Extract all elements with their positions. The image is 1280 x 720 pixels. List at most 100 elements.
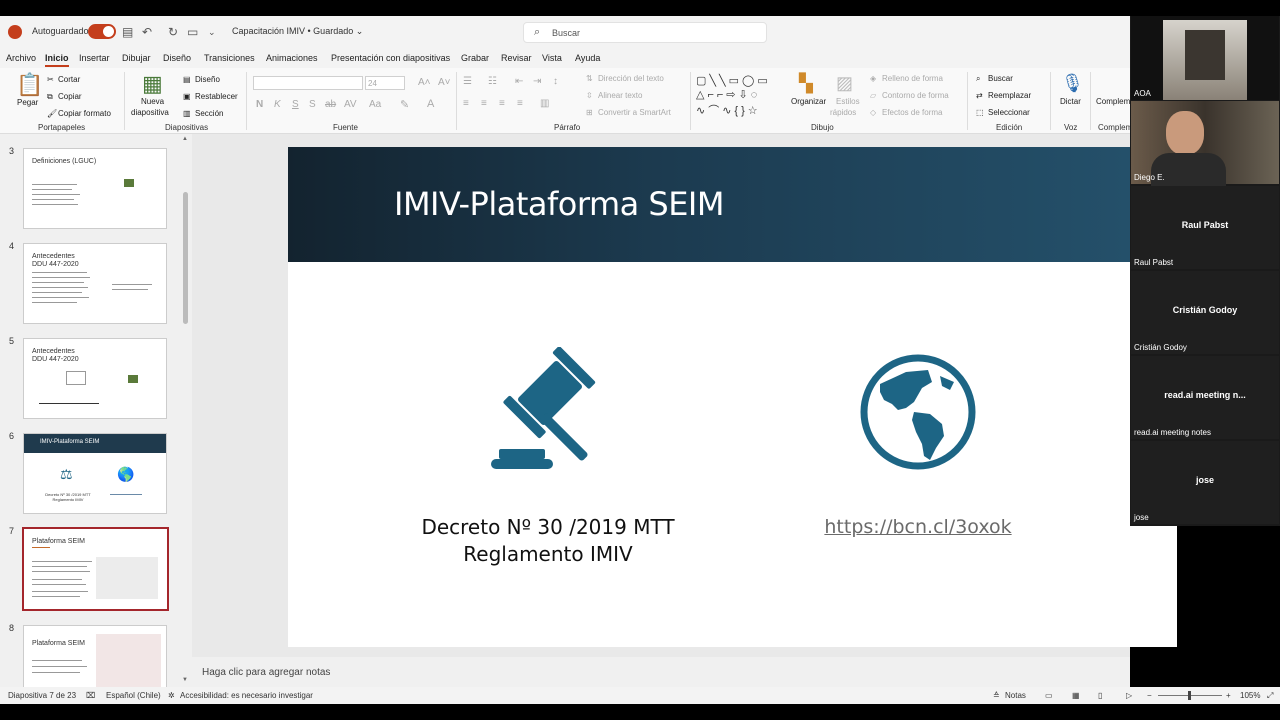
text-direction-icon[interactable]: ⇅ [586, 74, 593, 83]
shapes-gallery[interactable]: ▢╲╲▭◯▭ △⌐⌐⇨⇩◌ ∿⌒∿{}☆ [696, 74, 780, 118]
character-spacing-button[interactable]: AV [344, 99, 357, 110]
save-icon[interactable]: ▤ [122, 24, 133, 40]
columns-icon[interactable]: ▥ [540, 98, 549, 109]
tab-ayuda[interactable]: Ayuda [575, 53, 600, 63]
slide-canvas[interactable]: IMIV-Plataforma SEIM Decreto Nº 30 /2019… [288, 147, 1177, 647]
slide-thumbnail-8[interactable]: Plataforma SEIM [23, 625, 167, 687]
participant-tile[interactable]: read.ai meeting n... read.ai meeting not… [1131, 356, 1279, 439]
autosave-toggle[interactable] [88, 24, 116, 39]
paste-icon[interactable]: 📋 [16, 74, 43, 96]
participant-tile[interactable]: AOA [1131, 16, 1279, 100]
section-icon[interactable]: ▥ [183, 109, 191, 118]
slide-thumbnail-7[interactable]: Plataforma SEIM [22, 527, 169, 611]
select-button[interactable]: Seleccionar [988, 108, 1030, 117]
notes-toggle[interactable]: Notas [1005, 691, 1026, 700]
participant-tile[interactable]: jose jose [1131, 441, 1279, 524]
align-text-button[interactable]: Alinear texto [598, 91, 642, 100]
scroll-up-icon[interactable]: ▲ [182, 136, 188, 142]
find-icon[interactable]: ⌕ [976, 74, 980, 84]
align-center-icon[interactable]: ≡ [481, 98, 487, 109]
reading-view-icon[interactable]: ▯ [1098, 691, 1102, 700]
select-icon[interactable]: ⬚ [976, 108, 984, 117]
customize-toolbar-icon[interactable]: ⌄ [208, 24, 216, 40]
bcn-link[interactable]: https://bcn.cl/3oxok [808, 516, 1028, 538]
scroll-down-icon[interactable]: ▼ [182, 677, 188, 683]
zoom-in-icon[interactable]: + [1226, 691, 1231, 700]
layout-icon[interactable]: ▤ [183, 75, 191, 84]
copy-icon[interactable]: ⧉ [47, 92, 53, 102]
shape-outline-icon[interactable]: ▱ [870, 91, 876, 100]
language-indicator[interactable]: Español (Chile) [106, 691, 161, 700]
format-painter-icon[interactable]: 🖌 [47, 109, 57, 118]
quick-styles-label-2[interactable]: rápidos [830, 108, 856, 117]
search-box[interactable]: ⌕ Buscar [523, 22, 767, 43]
replace-button[interactable]: Reemplazar [988, 91, 1031, 100]
participant-tile[interactable]: Cristián Godoy Cristián Godoy [1131, 271, 1279, 354]
accessibility-icon[interactable]: ✲ [168, 691, 175, 700]
tab-revisar[interactable]: Revisar [501, 53, 532, 63]
font-family-select[interactable] [253, 76, 363, 90]
tab-archivo[interactable]: Archivo [6, 53, 36, 63]
participant-tile[interactable]: Diego E. [1131, 101, 1279, 188]
document-title[interactable]: Capacitación IMIV • Guardado ⌄ [232, 26, 363, 37]
strikethrough-button[interactable]: ab [325, 99, 336, 110]
quick-styles-label-1[interactable]: Estilos [836, 97, 860, 106]
highlight-icon[interactable]: ✎ [400, 98, 409, 111]
present-from-start-icon[interactable]: ▭ [187, 24, 198, 40]
slide-thumbnail-5[interactable]: Antecedentes DDU 447-2020 [23, 338, 167, 419]
participant-tile[interactable]: Raul Pabst Raul Pabst [1131, 186, 1279, 269]
shape-effects-button[interactable]: Efectos de forma [882, 108, 942, 117]
addins-button[interactable]: Complem [1096, 97, 1130, 106]
arrange-icon[interactable]: ▚ [799, 72, 813, 94]
tab-transiciones[interactable]: Transiciones [204, 53, 255, 63]
spellcheck-icon[interactable]: ⌧ [86, 691, 95, 700]
slide-title[interactable]: IMIV-Plataforma SEIM [394, 185, 724, 223]
paste-button[interactable]: Pegar [17, 98, 38, 107]
tab-inicio[interactable]: Inicio [45, 53, 69, 67]
format-painter-button[interactable]: Copiar formato [58, 109, 111, 118]
shadow-button[interactable]: S [309, 99, 316, 110]
normal-view-icon[interactable]: ▭ [1045, 691, 1053, 700]
numbering-icon[interactable]: ☷ [488, 76, 497, 87]
line-spacing-icon[interactable]: ↕ [553, 76, 558, 87]
align-left-icon[interactable]: ≡ [463, 98, 469, 109]
tab-vista[interactable]: Vista [542, 53, 562, 63]
thumbnails-scrollbar[interactable]: ▲ ▼ [182, 134, 190, 687]
arrange-button[interactable]: Organizar [791, 97, 826, 106]
zoom-level[interactable]: 105% [1240, 691, 1260, 700]
shape-fill-button[interactable]: Relleno de forma [882, 74, 943, 83]
layout-button[interactable]: Diseño [195, 75, 220, 84]
smartart-button[interactable]: Convertir a SmartArt [598, 108, 671, 117]
slideshow-icon[interactable]: ▷ [1126, 691, 1132, 700]
shape-outline-button[interactable]: Contorno de forma [882, 91, 949, 100]
slide-counter[interactable]: Diapositiva 7 de 23 [8, 691, 76, 700]
slide-thumbnail-6[interactable]: IMIV-Plataforma SEIM ⚖ 🌎 Decreto Nº 30 /… [23, 433, 167, 514]
increase-font-icon[interactable]: A˄ [418, 77, 431, 88]
microphone-icon[interactable]: 🎙 [1061, 72, 1084, 94]
replace-icon[interactable]: ⇄ [976, 91, 983, 100]
slide-thumbnail-3[interactable]: Definiciones (LGUC) [23, 148, 167, 229]
decrease-indent-icon[interactable]: ⇤ [515, 76, 523, 87]
new-slide-icon[interactable]: ▦ [142, 73, 163, 95]
gavel-icon[interactable] [483, 347, 613, 477]
tab-grabar[interactable]: Grabar [461, 53, 489, 63]
reset-button[interactable]: Restablecer [195, 92, 238, 101]
notes-pane[interactable]: Haga clic para agregar notas [192, 657, 1130, 687]
section-button[interactable]: Sección [195, 109, 223, 118]
globe-icon[interactable] [858, 352, 978, 472]
tab-dibujar[interactable]: Dibujar [122, 53, 151, 63]
find-button[interactable]: Buscar [988, 74, 1013, 83]
slide-thumbnail-4[interactable]: Antecedentes DDU 447-2020 [23, 243, 167, 324]
cut-icon[interactable]: ✂ [47, 75, 54, 84]
increase-indent-icon[interactable]: ⇥ [533, 76, 541, 87]
tab-insertar[interactable]: Insertar [79, 53, 110, 63]
bold-button[interactable]: N [256, 99, 263, 110]
tab-animaciones[interactable]: Animaciones [266, 53, 318, 63]
change-case-button[interactable]: Aa [369, 99, 381, 110]
reset-icon[interactable]: ▣ [183, 92, 191, 101]
smartart-icon[interactable]: ⊞ [586, 108, 593, 117]
cut-button[interactable]: Cortar [58, 75, 80, 84]
undo-icon[interactable]: ↶ [142, 24, 152, 40]
shape-fill-icon[interactable]: ◈ [870, 74, 876, 83]
slide-sorter-icon[interactable]: ▦ [1072, 691, 1080, 700]
